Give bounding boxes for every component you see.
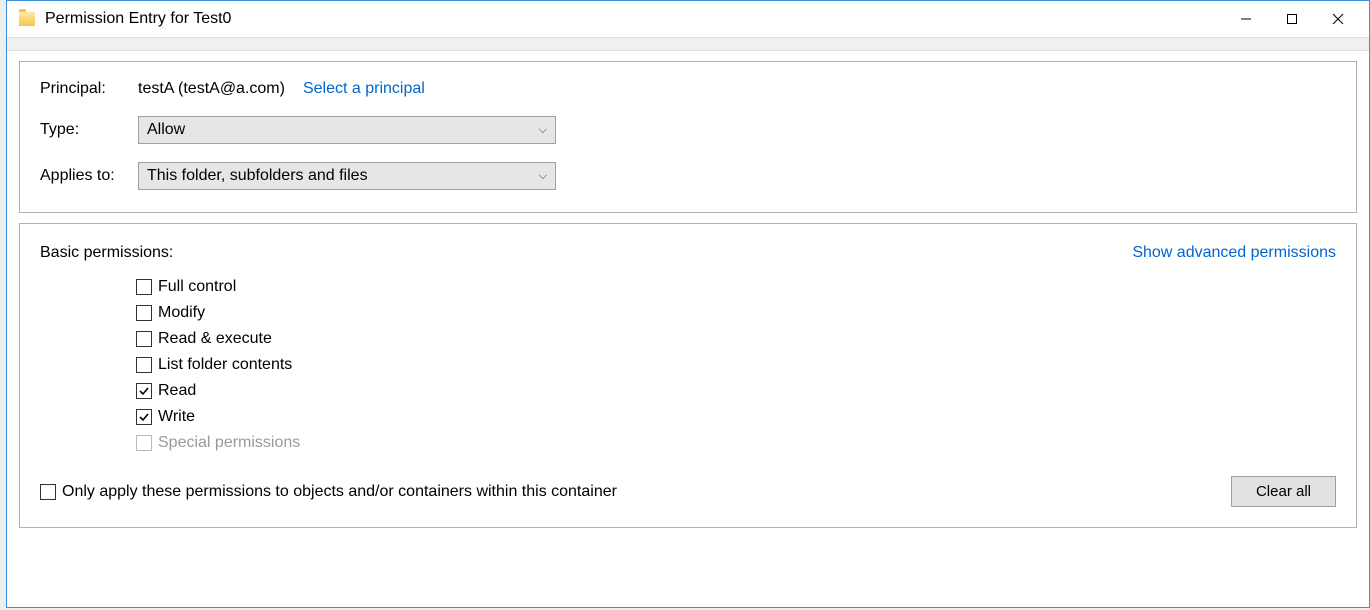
only-apply-label: Only apply these permissions to objects … xyxy=(62,483,617,501)
chevron-down-icon: ⌵ xyxy=(539,170,547,183)
permission-item: Read & execute xyxy=(136,330,1336,348)
permission-item: Full control xyxy=(136,278,1336,296)
titlebar: Permission Entry for Test0 xyxy=(7,1,1369,37)
close-button[interactable] xyxy=(1315,4,1361,34)
permission-label: Modify xyxy=(158,304,205,322)
permissions-list: Full control Modify Read & execute List fol… xyxy=(136,278,1336,452)
type-select-value: Allow xyxy=(147,121,185,139)
permission-label: Read xyxy=(158,382,196,400)
permission-checkbox[interactable] xyxy=(136,383,152,399)
permission-item: Modify xyxy=(136,304,1336,322)
only-apply-row: Only apply these permissions to objects … xyxy=(40,483,617,501)
permission-checkbox[interactable] xyxy=(136,357,152,373)
minimize-icon xyxy=(1240,13,1252,25)
type-label: Type: xyxy=(40,121,138,139)
applies-to-select-value: This folder, subfolders and files xyxy=(147,167,368,185)
principal-panel: Principal: testA (testA@a.com) Select a … xyxy=(19,61,1357,213)
permission-label: Full control xyxy=(158,278,236,296)
permission-label: Special permissions xyxy=(158,434,300,452)
permissions-bottom-row: Only apply these permissions to objects … xyxy=(40,476,1336,507)
only-apply-checkbox[interactable] xyxy=(40,484,56,500)
permission-checkbox[interactable] xyxy=(136,331,152,347)
permission-checkbox xyxy=(136,435,152,451)
close-icon xyxy=(1332,13,1344,25)
permission-item: Write xyxy=(136,408,1336,426)
permissions-header: Basic permissions: Show advanced permiss… xyxy=(40,244,1336,262)
permission-checkbox[interactable] xyxy=(136,409,152,425)
maximize-icon xyxy=(1286,13,1298,25)
content-area: Principal: testA (testA@a.com) Select a … xyxy=(7,61,1369,528)
permission-item: Read xyxy=(136,382,1336,400)
chevron-down-icon: ⌵ xyxy=(539,124,547,137)
applies-to-label: Applies to: xyxy=(40,167,138,185)
maximize-button[interactable] xyxy=(1269,4,1315,34)
permission-label: List folder contents xyxy=(158,356,292,374)
type-row: Type: Allow ⌵ xyxy=(40,116,1336,144)
permissions-panel: Basic permissions: Show advanced permiss… xyxy=(19,223,1357,528)
window-controls xyxy=(1223,4,1361,34)
show-advanced-link[interactable]: Show advanced permissions xyxy=(1132,244,1336,262)
permission-entry-window: Permission Entry for Test0 Principal: te… xyxy=(6,0,1370,608)
principal-label: Principal: xyxy=(40,80,138,98)
principal-row: Principal: testA (testA@a.com) Select a … xyxy=(40,80,1336,98)
applies-to-row: Applies to: This folder, subfolders and … xyxy=(40,162,1336,190)
permission-item: Special permissions xyxy=(136,434,1336,452)
folder-icon xyxy=(19,12,35,26)
permission-label: Read & execute xyxy=(158,330,272,348)
permission-item: List folder contents xyxy=(136,356,1336,374)
basic-permissions-title: Basic permissions: xyxy=(40,244,173,262)
window-title: Permission Entry for Test0 xyxy=(45,10,1223,28)
clear-all-button[interactable]: Clear all xyxy=(1231,476,1336,507)
applies-to-select[interactable]: This folder, subfolders and files ⌵ xyxy=(138,162,556,190)
select-principal-link[interactable]: Select a principal xyxy=(303,80,425,98)
permission-label: Write xyxy=(158,408,195,426)
header-strip xyxy=(7,37,1369,51)
type-select[interactable]: Allow ⌵ xyxy=(138,116,556,144)
minimize-button[interactable] xyxy=(1223,4,1269,34)
permission-checkbox[interactable] xyxy=(136,279,152,295)
permission-checkbox[interactable] xyxy=(136,305,152,321)
principal-value: testA (testA@a.com) xyxy=(138,80,285,98)
